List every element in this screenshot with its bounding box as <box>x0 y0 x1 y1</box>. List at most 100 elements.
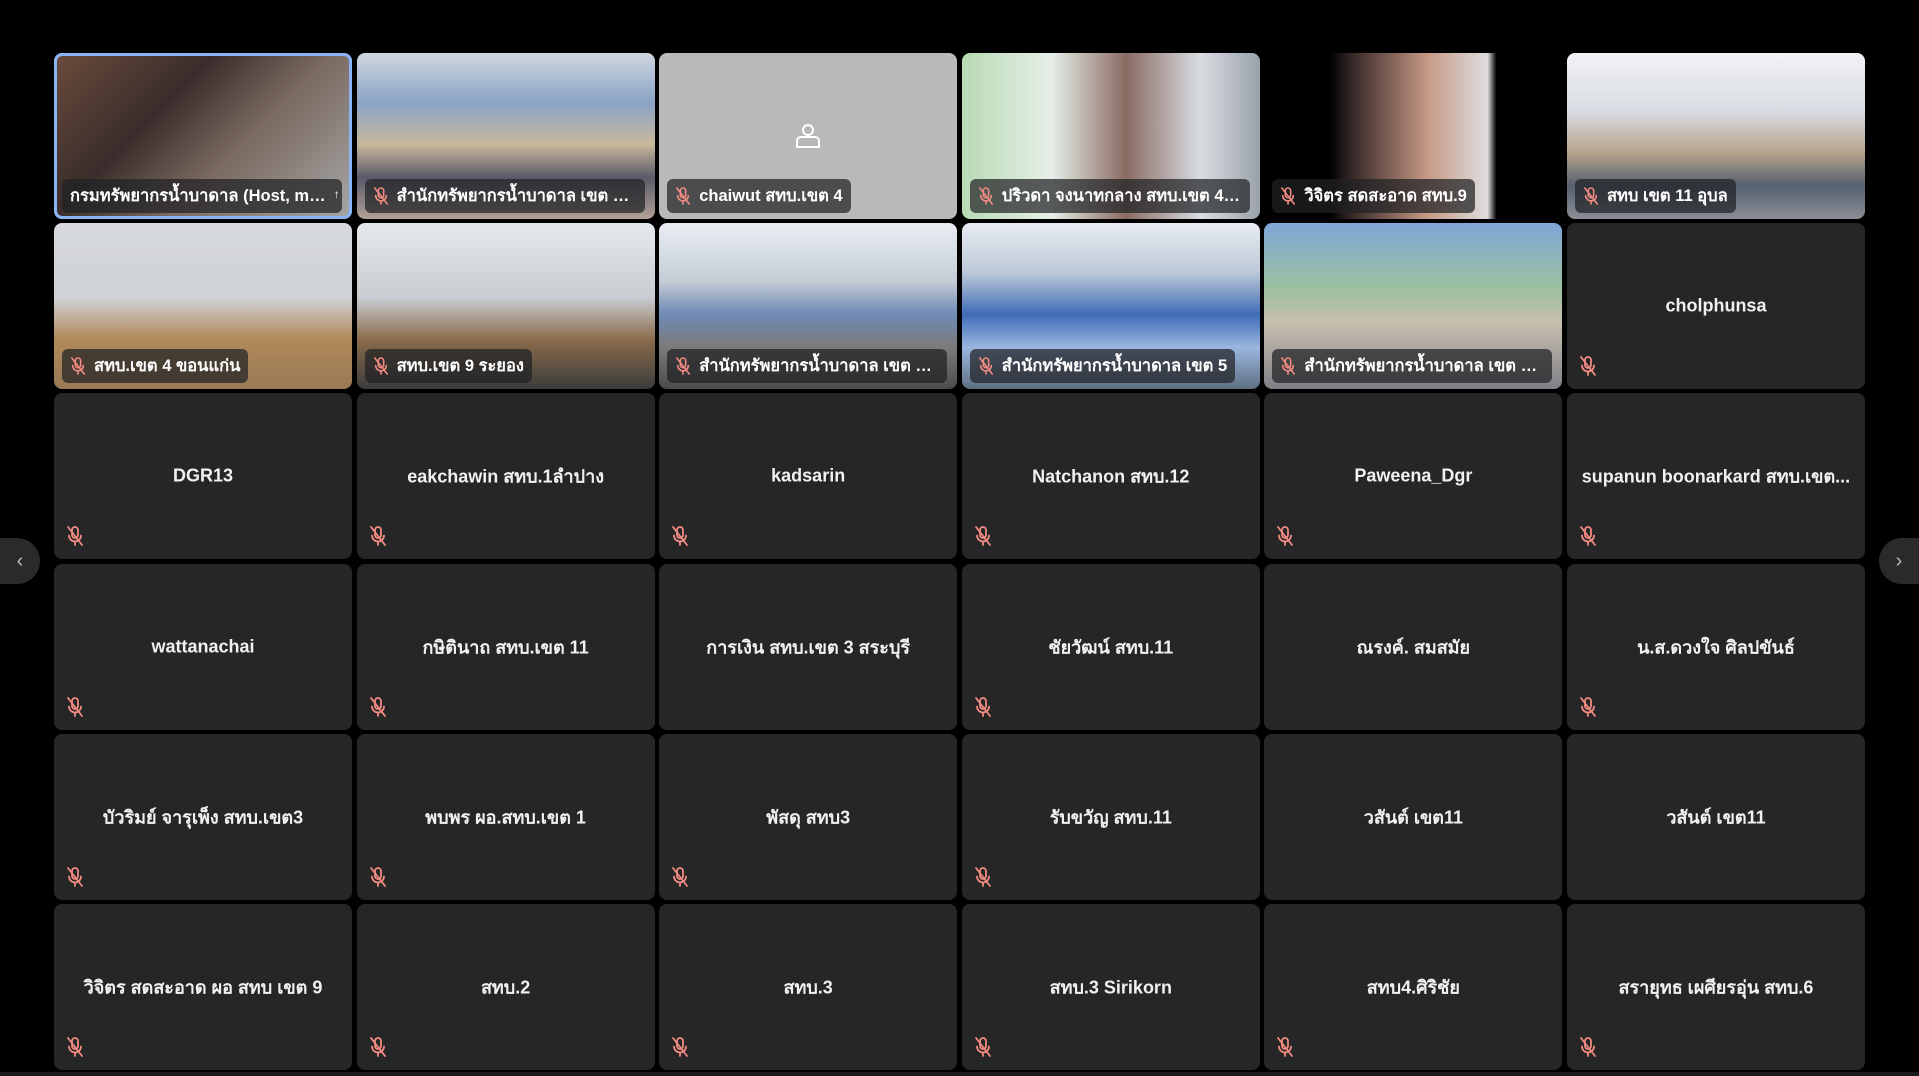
participant-tile[interactable]: น.ส.ดวงใจ ศิลปขันธ์ <box>1566 563 1865 730</box>
participant-name: cholphunsa <box>1665 295 1767 316</box>
participant-name: วิจิตร สดสะอาด สทบ.9 <box>1304 187 1467 205</box>
chevron-left-icon: ‹ <box>16 549 24 572</box>
participant-tile[interactable]: พัสดุ สทบ3 <box>659 733 958 900</box>
participant-tile[interactable]: สรายุทธ เผศียรอุ่น สทบ.6 <box>1566 903 1865 1070</box>
mic-off-icon <box>974 696 992 718</box>
participant-name: รับขวัญ สทบ.11 <box>1049 807 1172 828</box>
participant-tile[interactable]: ชัยวัฒน์ สทบ.11 <box>961 563 1260 730</box>
participant-tile[interactable]: สทบ.3 <box>659 903 958 1070</box>
participant-name: สำนักทรัพยากรน้ำบาดาล เขต 7 กำ... <box>1304 357 1553 376</box>
participant-name: สรายุทธ เผศียรอุ่น สทบ.6 <box>1618 977 1814 998</box>
participant-tile[interactable]: การเงิน สทบ.เขต 3 สระบุรี <box>659 563 958 730</box>
participant-name: สำนักทรัพยากรน้ำบาดาล เขต 10 อุ... <box>396 187 645 205</box>
participant-tile[interactable]: สำนักทรัพยากรน้ำบาดาล เขต 12 ส... <box>659 223 958 390</box>
mic-off-icon <box>1579 355 1597 377</box>
participant-tile[interactable]: cholphunsa <box>1566 223 1865 390</box>
mic-off-icon <box>675 186 691 206</box>
participant-tile[interactable]: สทบ.เขต 9 ระยอง <box>356 223 655 390</box>
participant-tile[interactable]: วสันต์ เขต11 <box>1566 733 1865 900</box>
chevron-right-icon: › <box>1895 549 1903 572</box>
participant-tile[interactable]: wattanachai <box>54 563 352 730</box>
participant-name-label: วิจิตร สดสะอาด สทบ.9 <box>1272 179 1475 213</box>
participant-name-label: สำนักทรัพยากรน้ำบาดาล เขต 5 <box>969 349 1236 384</box>
participant-name-label: สทบ.เขต 4 ขอนแก่น <box>62 349 249 384</box>
participant-name: ณรงค์. สมสมัย <box>1356 637 1471 658</box>
mic-off-icon <box>66 696 84 718</box>
participant-name-label: สทบ.เขต 9 ระยอง <box>364 349 532 384</box>
participant-tile[interactable]: ณรงค์. สมสมัย <box>1264 563 1563 730</box>
participant-name-label: ปริวดา จงนาทกลาง สทบ.เขต 4 ข... <box>969 179 1250 213</box>
mic-off-icon <box>675 356 691 376</box>
participant-name: วสันต์ เขต11 <box>1666 807 1766 828</box>
participant-name: พบพร ผอ.สทบ.เขต 1 <box>425 807 586 828</box>
mic-off-icon <box>978 186 994 206</box>
mic-off-icon <box>978 356 994 376</box>
mic-off-icon <box>70 356 86 376</box>
presenting-icon <box>329 187 342 204</box>
participant-name-label: สำนักทรัพยากรน้ำบาดาล เขต 12 ส... <box>667 349 948 384</box>
participant-name: Natchanon สทบ.12 <box>1032 466 1190 487</box>
participant-tile[interactable]: สทบ เขต 11 อุบล <box>1566 53 1865 219</box>
participant-name: กษิตินาถ สทบ.เขต 11 <box>422 637 589 658</box>
participant-tile[interactable]: รับขวัญ สทบ.11 <box>961 733 1260 900</box>
participant-tile[interactable]: Natchanon สทบ.12 <box>961 393 1260 560</box>
participant-name-label: สทบ เขต 11 อุบล <box>1574 179 1736 213</box>
participant-name: สทบ.เขต 4 ขอนแก่น <box>94 357 241 376</box>
participant-tile[interactable]: supanun boonarkard สทบ.เขต... <box>1566 393 1865 560</box>
participant-tile[interactable]: วิจิตร สดสะอาด สทบ.9 <box>1264 53 1563 219</box>
participant-tile[interactable]: สทบ.3 Sirikorn <box>961 903 1260 1070</box>
participant-tile[interactable]: DGR13 <box>54 393 352 560</box>
participant-name: สทบ.2 <box>480 977 531 998</box>
participant-name: สทบ.3 <box>783 977 833 998</box>
mic-off-icon <box>369 696 387 718</box>
participant-name: บัวริมย์ จารุเพ็ง สทบ.เขต3 <box>102 807 304 828</box>
participant-tile[interactable]: ปริวดา จงนาทกลาง สทบ.เขต 4 ข... <box>961 53 1260 219</box>
mic-off-icon <box>373 356 389 376</box>
next-page-button[interactable]: › <box>1879 538 1919 584</box>
previous-page-button[interactable]: ‹ <box>0 538 40 584</box>
participant-name: วสันต์ เขต11 <box>1363 807 1463 828</box>
participant-name: chaiwut สทบ.เขต 4 <box>699 187 843 205</box>
mic-off-icon <box>1276 525 1294 547</box>
participant-tile[interactable]: กษิตินาถ สทบ.เขต 11 <box>356 563 655 730</box>
participant-tile[interactable]: Paweena_Dgr <box>1264 393 1563 560</box>
mic-off-icon <box>974 525 992 547</box>
mic-off-icon <box>671 1036 689 1058</box>
mic-off-icon <box>369 1036 387 1058</box>
participant-tile[interactable]: วสันต์ เขต11 <box>1264 733 1563 900</box>
participant-name: supanun boonarkard สทบ.เขต... <box>1581 466 1851 487</box>
participant-name: สทบ.เขต 9 ระยอง <box>396 357 524 376</box>
participant-name: กรมทรัพยากรน้ำบาดาล (Host, me) <box>70 187 324 205</box>
participant-tile[interactable]: สทบ4.ศิริชัย <box>1264 903 1563 1070</box>
participant-tile[interactable]: กรมทรัพยากรน้ำบาดาล (Host, me) <box>54 53 352 219</box>
participant-name: DGR13 <box>172 465 234 486</box>
mic-off-icon <box>974 1036 992 1058</box>
participant-tile[interactable]: สำนักทรัพยากรน้ำบาดาล เขต 10 อุ... <box>356 53 655 219</box>
participant-name: สทบ4.ศิริชัย <box>1366 977 1460 998</box>
participant-tile[interactable]: chaiwut สทบ.เขต 4 <box>659 53 958 219</box>
mic-off-icon <box>66 1036 84 1058</box>
participant-tile[interactable]: วิจิตร สดสะอาด ผอ สทบ เขต 9 <box>54 903 352 1070</box>
participant-name: สทบ.3 Sirikorn <box>1049 977 1172 998</box>
mic-off-icon <box>373 186 389 206</box>
participant-name: kadsarin <box>771 465 846 486</box>
participant-tile[interactable]: eakchawin สทบ.1ลำปาง <box>356 393 655 560</box>
participant-tile[interactable]: สทบ.เขต 4 ขอนแก่น <box>54 223 352 390</box>
participant-tile[interactable]: สทบ.2 <box>356 903 655 1070</box>
participant-name: สทบ เขต 11 อุบล <box>1606 187 1728 205</box>
participant-name-label: สำนักทรัพยากรน้ำบาดาล เขต 10 อุ... <box>364 179 645 213</box>
participant-tile[interactable]: สำนักทรัพยากรน้ำบาดาล เขต 5 <box>961 223 1260 390</box>
mic-off-icon <box>671 866 689 888</box>
bottom-edge <box>0 1072 1919 1076</box>
mic-off-icon <box>1579 525 1597 547</box>
participant-tile[interactable]: บัวริมย์ จารุเพ็ง สทบ.เขต3 <box>54 733 352 900</box>
participant-grid: กรมทรัพยากรน้ำบาดาล (Host, me) สำนักทรัพย… <box>54 53 1865 1070</box>
participant-tile[interactable]: พบพร ผอ.สทบ.เขต 1 <box>356 733 655 900</box>
participant-name: ชัยวัฒน์ สทบ.11 <box>1048 637 1174 658</box>
mic-off-icon <box>671 525 689 547</box>
participant-tile[interactable]: สำนักทรัพยากรน้ำบาดาล เขต 7 กำ... <box>1264 223 1563 390</box>
mic-off-icon <box>1579 696 1597 718</box>
participant-name: วิจิตร สดสะอาด ผอ สทบ เขต 9 <box>83 977 323 998</box>
participant-tile[interactable]: kadsarin <box>659 393 958 560</box>
participant-name: wattanachai <box>151 636 255 657</box>
